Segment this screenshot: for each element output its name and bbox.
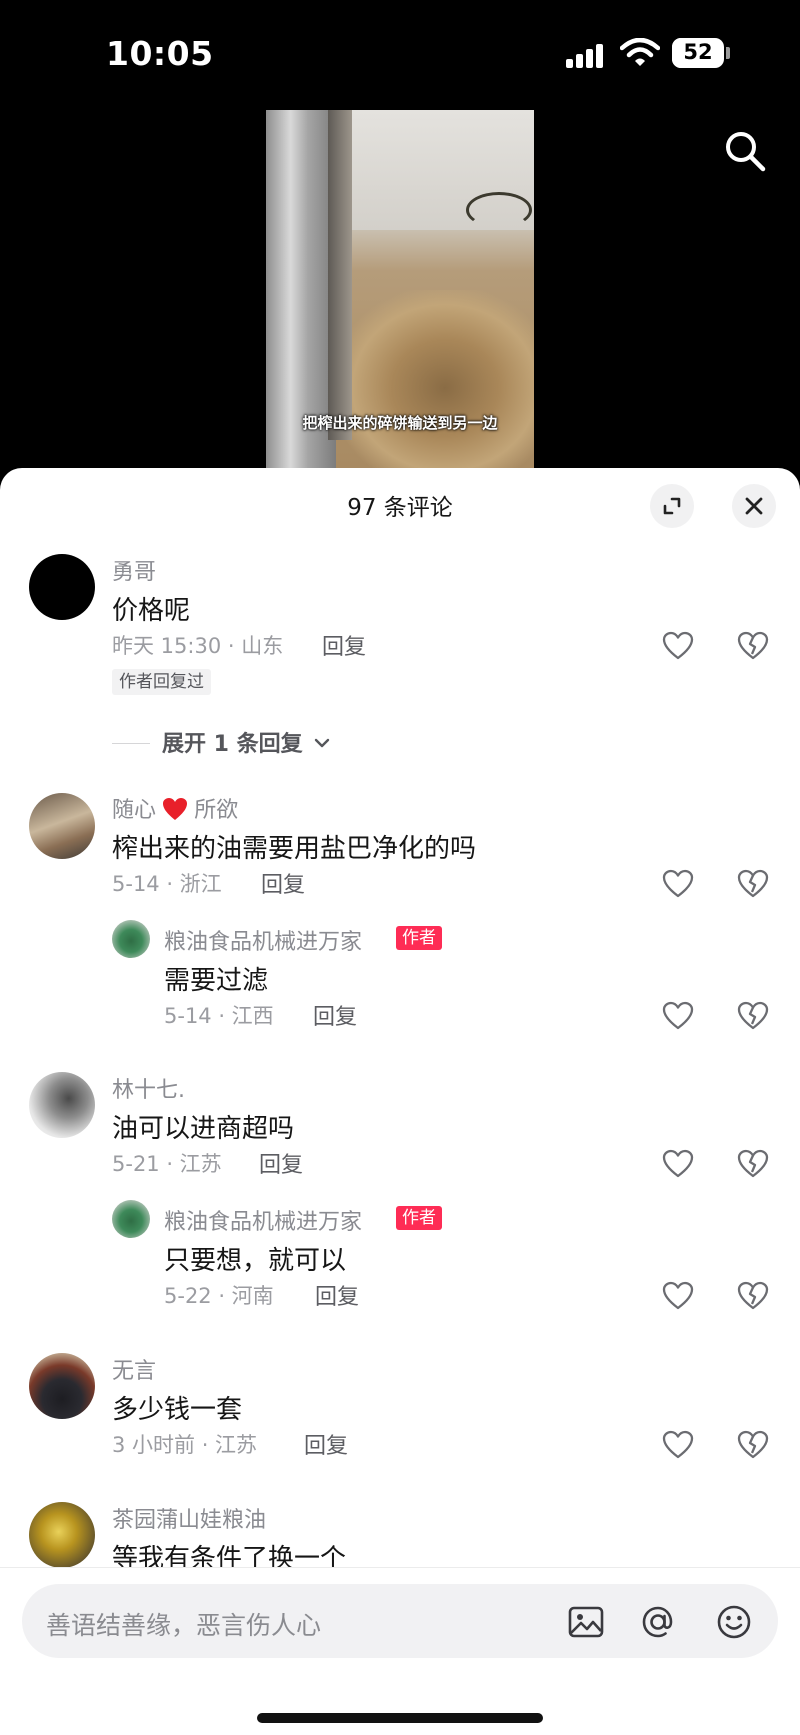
comment-username[interactable]: 勇哥: [112, 554, 156, 586]
author-badge: 作者: [396, 1206, 442, 1230]
avatar[interactable]: [112, 1200, 150, 1238]
chevron-down-icon: [314, 738, 329, 748]
reply-username[interactable]: 粮油食品机械进万家: [164, 1204, 362, 1236]
broken-heart-icon[interactable]: [736, 999, 770, 1033]
comment-text: 油可以进商超吗: [112, 1114, 295, 1144]
reply-button[interactable]: 回复: [259, 1147, 303, 1179]
comment-text: 价格呢: [112, 596, 191, 626]
author-badge: 作者: [396, 926, 442, 950]
heart-icon[interactable]: [661, 867, 695, 901]
wifi-icon: [620, 38, 660, 66]
reply-button[interactable]: 回复: [261, 867, 305, 899]
video-player[interactable]: 把榨出来的碎饼输送到另一边: [266, 110, 534, 468]
battery-level: 52: [683, 40, 713, 64]
reply-button[interactable]: 回复: [304, 1428, 348, 1460]
broken-heart-icon[interactable]: [736, 1279, 770, 1313]
heart-icon[interactable]: [661, 1147, 695, 1181]
expand-button[interactable]: [650, 484, 694, 528]
heart-icon[interactable]: [661, 629, 695, 663]
avatar[interactable]: [112, 920, 150, 958]
reply-button[interactable]: 回复: [315, 1279, 359, 1311]
status-time: 10:05: [106, 34, 214, 73]
comment-username[interactable]: 林十七.: [112, 1072, 185, 1104]
comment-input-placeholder: 善语结善缘，恶言伤人心: [46, 1611, 322, 1640]
avatar[interactable]: [29, 1353, 95, 1419]
comment-meta: 3 小时前 · 江苏: [112, 1433, 258, 1457]
image-icon[interactable]: [566, 1602, 606, 1642]
status-bar: 10:05 52: [0, 0, 800, 110]
close-button[interactable]: [732, 484, 776, 528]
at-icon[interactable]: [638, 1602, 678, 1642]
author-replied-tag: 作者回复过: [112, 669, 211, 695]
heart-icon[interactable]: [661, 999, 695, 1033]
emoji-icon[interactable]: [714, 1602, 754, 1642]
expand-icon: [663, 497, 681, 515]
comment-text: 多少钱一套: [112, 1395, 243, 1425]
expand-replies-label: 展开 1 条回复: [162, 732, 303, 757]
comment-meta: 5-14 · 浙江: [112, 872, 222, 896]
oil-cake-pile: [336, 290, 534, 468]
reply-meta: 5-14 · 江西: [164, 1004, 274, 1028]
search-icon[interactable]: [722, 128, 768, 174]
avatar[interactable]: [29, 1072, 95, 1138]
heart-icon[interactable]: [661, 1428, 695, 1462]
avatar[interactable]: [29, 1502, 95, 1568]
heart-icon[interactable]: [661, 1279, 695, 1313]
cellular-signal-icon: [566, 42, 606, 68]
reply-button[interactable]: 回复: [313, 999, 357, 1031]
broken-heart-icon[interactable]: [736, 1147, 770, 1181]
comment-username[interactable]: 无言: [112, 1353, 156, 1385]
broken-heart-icon[interactable]: [736, 629, 770, 663]
expand-replies-button[interactable]: 展开 1 条回复: [162, 726, 332, 758]
comment-input-bar: 善语结善缘，恶言伤人心: [0, 1567, 800, 1735]
reply-username[interactable]: 粮油食品机械进万家: [164, 924, 362, 956]
reply-text: 只要想，就可以: [164, 1246, 347, 1276]
comment-text: 榨出来的油需要用盐巴净化的吗: [112, 834, 477, 864]
expand-divider: [112, 743, 150, 744]
close-icon: [745, 497, 763, 515]
comment-meta: 昨天 15:30 · 山东: [112, 634, 284, 658]
battery-cap: [726, 47, 730, 59]
comment-username[interactable]: 随心 所欲: [112, 792, 238, 824]
avatar[interactable]: [29, 793, 95, 859]
comments-sheet: 97 条评论 勇哥 价格呢 昨天 15:30 · 山东 回复 作者回复过 展开 …: [0, 468, 800, 1734]
comment-input[interactable]: 善语结善缘，恶言伤人心: [22, 1584, 778, 1658]
broken-heart-icon[interactable]: [736, 1428, 770, 1462]
avatar[interactable]: [29, 554, 95, 620]
video-caption: 把榨出来的碎饼输送到另一边: [302, 414, 498, 432]
reply-button[interactable]: 回复: [322, 629, 366, 661]
battery-icon: 52: [672, 38, 724, 68]
home-indicator: [257, 1713, 543, 1723]
red-heart-emoji-icon: [163, 798, 188, 820]
reply-text: 需要过滤: [164, 966, 269, 996]
reply-meta: 5-22 · 河南: [164, 1284, 274, 1308]
comment-username[interactable]: 茶园蒲山娃粮油: [112, 1502, 266, 1534]
comment-meta: 5-21 · 江苏: [112, 1152, 222, 1176]
broken-heart-icon[interactable]: [736, 867, 770, 901]
